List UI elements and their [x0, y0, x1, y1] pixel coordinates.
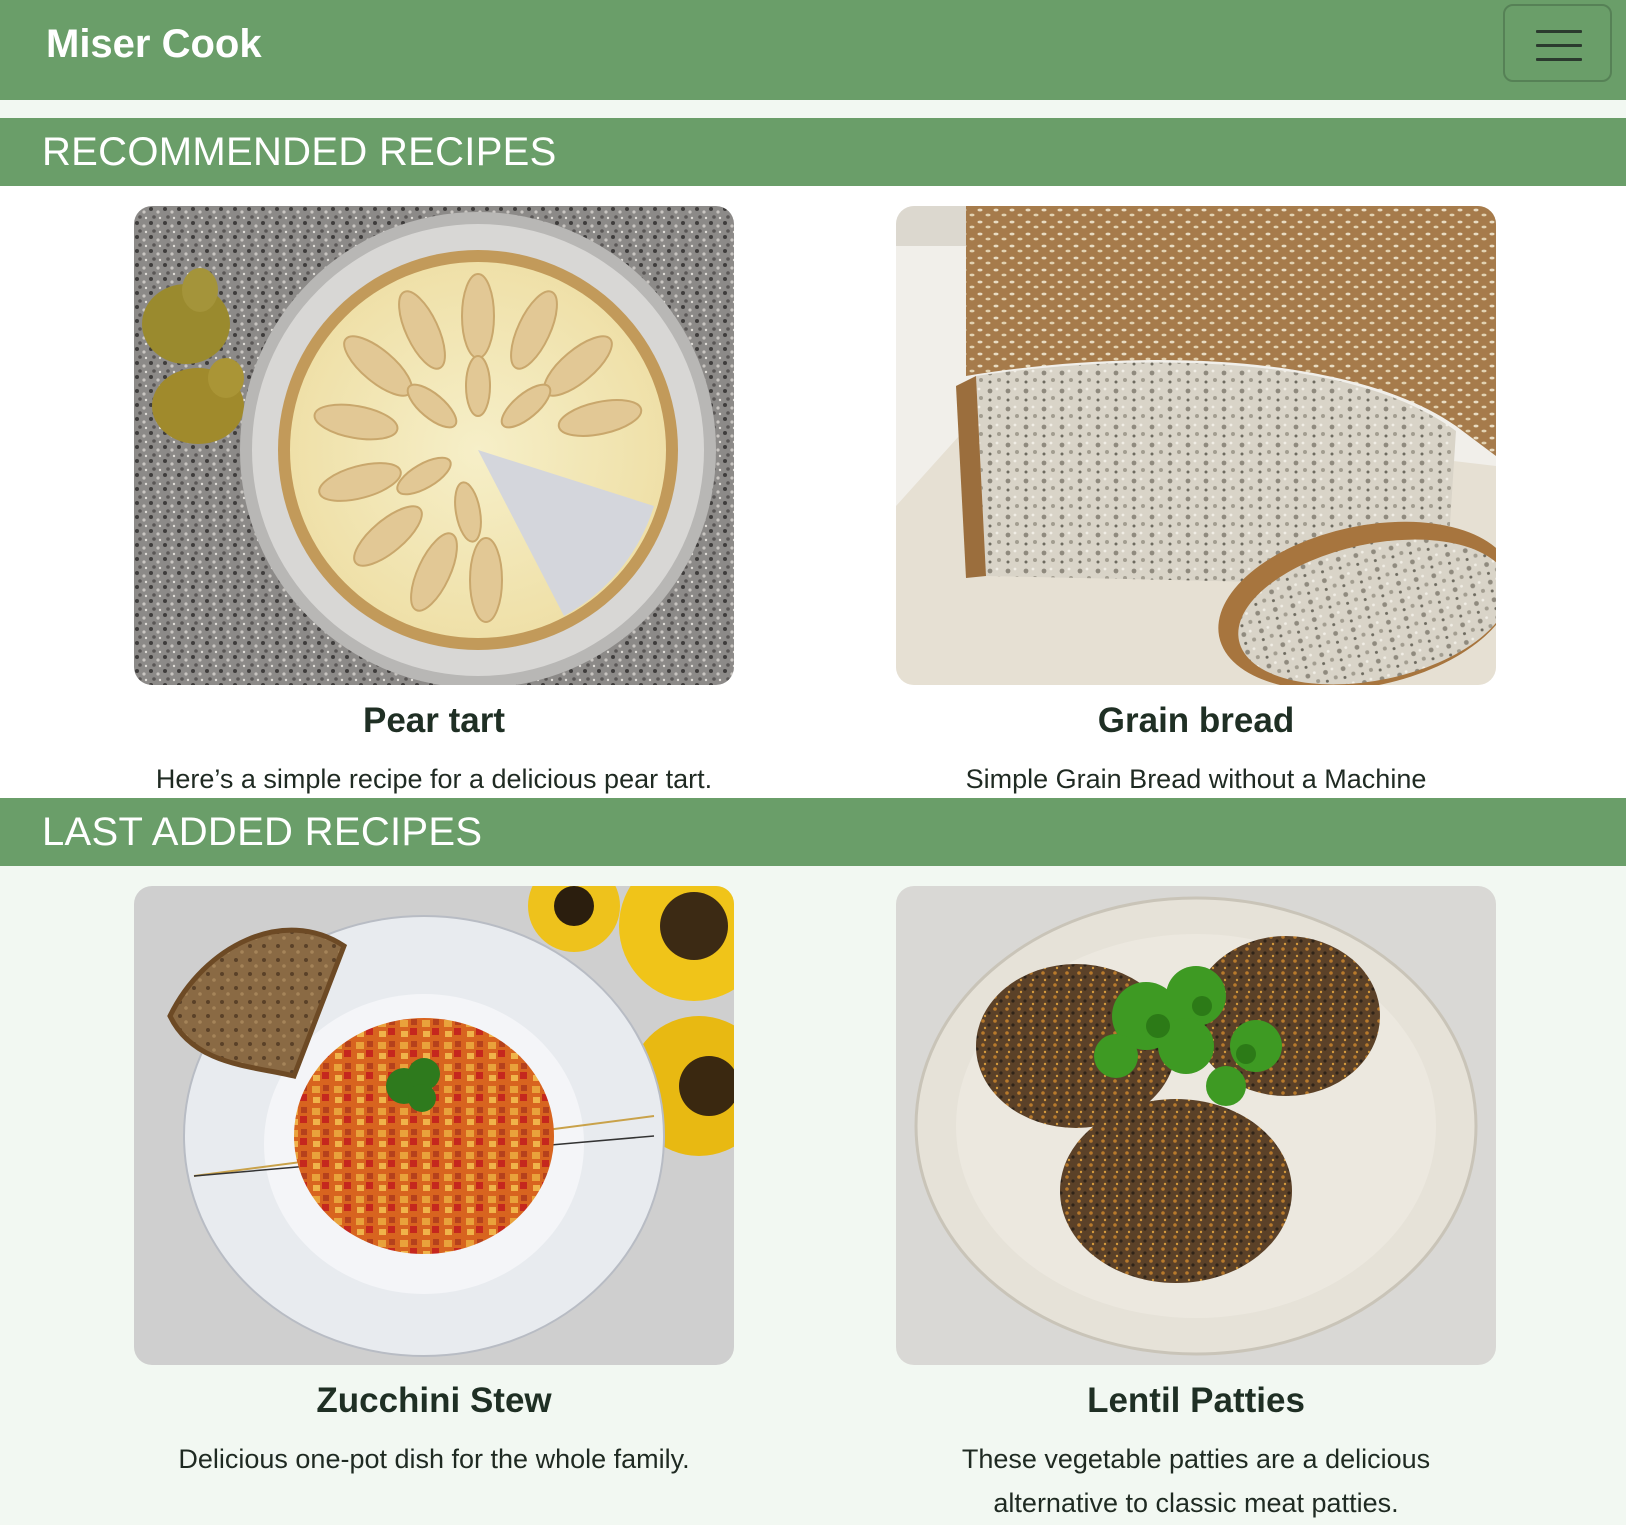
recipe-description: Here’s a simple recipe for a delicious p…: [155, 764, 713, 794]
recipe-title[interactable]: Zucchini Stew: [134, 1379, 734, 1423]
recommended-section-header: RECOMMENDED RECIPES: [0, 118, 1626, 186]
recipe-image-lentil-patties[interactable]: [896, 886, 1496, 1365]
recipe-image-pear-tart[interactable]: [134, 206, 734, 685]
recommended-section-title: RECOMMENDED RECIPES: [42, 130, 557, 174]
recipe-title[interactable]: Lentil Patties: [896, 1379, 1496, 1423]
last-added-section-title: LAST ADDED RECIPES: [42, 810, 483, 854]
hamburger-menu-icon: [1536, 30, 1582, 61]
brand-link[interactable]: Miser Cook: [46, 22, 262, 66]
recipe-card-lentil-patties[interactable]: Lentil Patties These vegetable patties a…: [896, 886, 1496, 1525]
recipe-image-zucchini-stew[interactable]: [134, 886, 734, 1365]
recipe-card-zucchini-stew[interactable]: Zucchini Stew Delicious one-pot dish for…: [134, 886, 734, 1481]
recipe-card-pear-tart[interactable]: Pear tart Here’s a simple recipe for a d…: [134, 206, 734, 801]
menu-toggle-button[interactable]: [1503, 4, 1612, 82]
recipe-title[interactable]: Pear tart: [134, 699, 734, 743]
recipe-title[interactable]: Grain bread: [896, 699, 1496, 743]
recipe-description: These vegetable patties are a delicious …: [961, 1444, 1431, 1518]
recipe-description: Delicious one-pot dish for the whole fam…: [178, 1444, 690, 1474]
recipe-description: Simple Grain Bread without a Machine: [965, 764, 1427, 794]
recipe-image-grain-bread[interactable]: [896, 206, 1496, 685]
last-added-section-header: LAST ADDED RECIPES: [0, 798, 1626, 866]
recipe-card-grain-bread[interactable]: Grain bread Simple Grain Bread without a…: [896, 206, 1496, 801]
navbar: Miser Cook: [0, 0, 1626, 100]
